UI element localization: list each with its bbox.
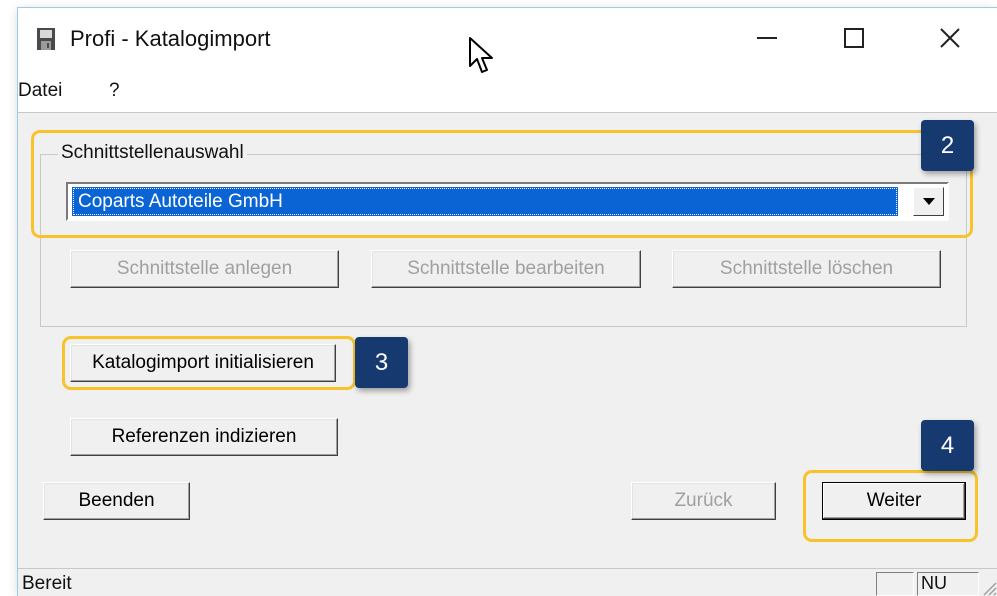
close-icon [940, 28, 960, 48]
step-badge-3: 3 [355, 337, 408, 388]
window-title: Profi - Katalogimport [70, 26, 271, 51]
create-interface-button[interactable]: Schnittstelle anlegen [70, 250, 339, 288]
status-bar: Bereit NU [18, 568, 997, 596]
highlight-next [803, 470, 978, 542]
mouse-cursor-icon [469, 37, 493, 73]
menu-bar: Datei ? [18, 74, 997, 113]
resize-grip-icon[interactable] [979, 578, 997, 596]
highlight-interface-selection [31, 130, 973, 238]
status-pane-empty [876, 572, 914, 596]
step-badge-4: 4 [921, 420, 974, 471]
title-bar: Profi - Katalogimport [18, 8, 997, 74]
highlight-init-import [62, 336, 356, 390]
minimize-button[interactable] [737, 20, 797, 56]
quit-button[interactable]: Beenden [43, 482, 190, 520]
menu-help[interactable]: ? [109, 80, 120, 102]
menu-datei[interactable]: Datei [18, 80, 62, 102]
index-references-button[interactable]: Referenzen indizieren [70, 418, 338, 456]
status-text: Bereit [22, 573, 72, 594]
edit-interface-button[interactable]: Schnittstelle bearbeiten [371, 250, 641, 288]
maximize-icon [844, 28, 864, 48]
minimize-icon [757, 37, 777, 39]
app-icon [37, 28, 55, 50]
close-button[interactable] [920, 20, 980, 56]
maximize-button[interactable] [824, 20, 884, 56]
step-badge-2: 2 [921, 120, 974, 171]
delete-interface-button[interactable]: Schnittstelle löschen [672, 250, 941, 288]
status-pane-numlock: NU [917, 572, 979, 596]
back-button[interactable]: Zurück [631, 482, 776, 520]
